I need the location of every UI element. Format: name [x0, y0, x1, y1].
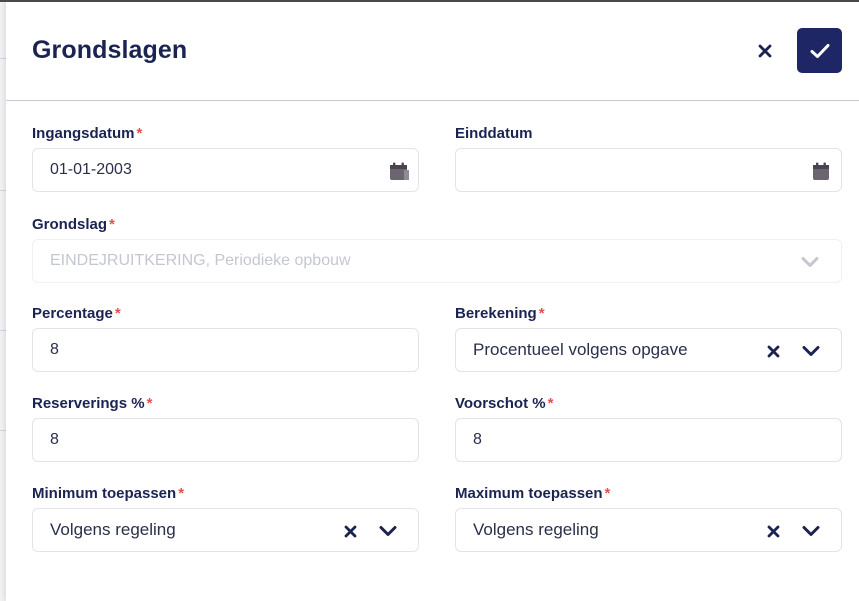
reserverings-value: 8	[50, 431, 59, 448]
close-icon	[758, 44, 772, 58]
percentage-label: Percentage *	[32, 305, 121, 322]
minimum-toepassen-label: Minimum toepassen *	[32, 485, 185, 502]
required-marker: *	[146, 395, 153, 412]
maximum-toepassen-label: Maximum toepassen *	[455, 485, 611, 502]
reserverings-input[interactable]: 8	[32, 418, 419, 462]
calendar-icon[interactable]	[388, 161, 410, 181]
maximum-toepassen-value: Volgens regeling	[473, 520, 599, 539]
ingangsdatum-label: Ingangsdatum *	[32, 125, 143, 142]
clear-x-icon[interactable]	[762, 521, 784, 541]
reserverings-label: Reserverings % *	[32, 395, 153, 412]
voorschot-input[interactable]: 8	[455, 418, 842, 462]
grondslag-value: EINDEJRUITKERING, Periodieke opbouw	[50, 252, 351, 269]
required-marker: *	[178, 485, 185, 502]
berekening-value: Procentueel volgens opgave	[473, 340, 688, 359]
voorschot-label: Voorschot % *	[455, 395, 554, 412]
berekening-select[interactable]: Procentueel volgens opgave	[455, 328, 842, 372]
chevron-down-icon[interactable]	[799, 521, 823, 541]
clear-x-icon[interactable]	[762, 341, 784, 361]
calendar-icon[interactable]	[810, 161, 832, 181]
ingangsdatum-input[interactable]: 01-01-2003	[32, 148, 419, 192]
berekening-label: Berekening *	[455, 305, 545, 322]
checkmark-icon	[810, 43, 829, 58]
grondslagen-dialog: Grondslagen Ingangsdatum * 01-01-2003 Ei…	[6, 2, 859, 601]
required-marker: *	[114, 305, 121, 322]
grondslag-label: Grondslag *	[32, 216, 115, 233]
dialog-header: Grondslagen	[6, 2, 859, 101]
einddatum-input[interactable]	[455, 148, 842, 192]
maximum-toepassen-select[interactable]: Volgens regeling	[455, 508, 842, 552]
confirm-button[interactable]	[797, 28, 842, 73]
ingangsdatum-value: 01-01-2003	[50, 161, 132, 178]
voorschot-value: 8	[473, 431, 482, 448]
clear-x-icon[interactable]	[339, 521, 361, 541]
einddatum-label: Einddatum	[455, 125, 533, 142]
required-marker: *	[109, 216, 115, 233]
close-button[interactable]	[752, 38, 778, 64]
minimum-toepassen-select[interactable]: Volgens regeling	[32, 508, 419, 552]
percentage-input[interactable]: 8	[32, 328, 419, 372]
minimum-toepassen-value: Volgens regeling	[50, 520, 176, 539]
chevron-down-icon[interactable]	[799, 341, 823, 361]
chevron-down-icon[interactable]	[376, 521, 400, 541]
dialog-title: Grondslagen	[32, 36, 188, 64]
grondslag-select[interactable]: EINDEJRUITKERING, Periodieke opbouw	[32, 239, 842, 283]
required-marker: *	[547, 395, 554, 412]
required-marker: *	[136, 125, 143, 142]
percentage-value: 8	[50, 341, 59, 358]
chevron-down-icon[interactable]	[799, 252, 821, 272]
required-marker: *	[604, 485, 611, 502]
required-marker: *	[538, 305, 545, 322]
